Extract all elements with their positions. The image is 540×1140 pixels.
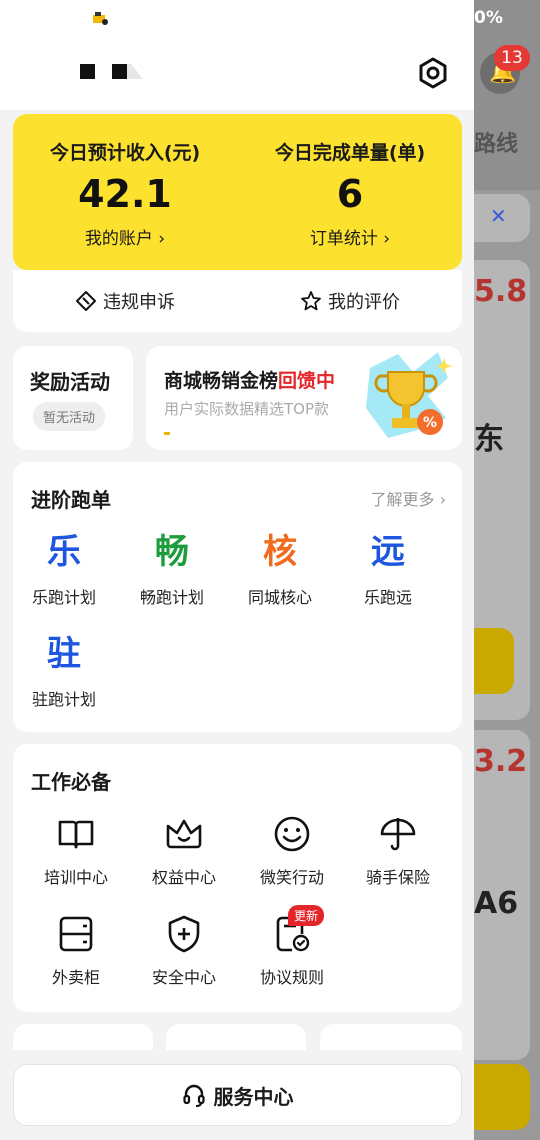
svg-text:%: % (423, 415, 437, 431)
work-item-label: 外卖柜 (51, 968, 100, 987)
profile-header (0, 0, 474, 110)
program-glyph: 远 (371, 532, 405, 572)
today-stats-card: 今日预计收入(元) 42.1 我的账户 › 今日完成单量(单) 6 订单统计 › (13, 114, 462, 270)
service-center-label: 服务中心 (213, 1084, 294, 1109)
program-zhupao[interactable]: 驻 驻跑计划 (10, 634, 118, 710)
background-route-text: 路线 (474, 132, 519, 157)
update-badge: 更新 (288, 905, 325, 926)
rewards-card[interactable]: 奖励活动 暂无活动 (13, 346, 133, 450)
banner-title: 商城畅销金榜回馈中 (164, 366, 335, 393)
book-icon (58, 820, 94, 849)
notification-status-icon (93, 12, 108, 25)
stats-actions: 违规申诉 我的评价 (13, 270, 462, 332)
program-changpao[interactable]: 畅 畅跑计划 (118, 532, 226, 608)
work-item-label: 协议规则 (259, 968, 324, 987)
orders-stat[interactable]: 今日完成单量(单) 6 订单统计 › (238, 114, 462, 270)
locker-icon (59, 916, 93, 952)
background-text: 东 (474, 422, 504, 457)
benefits-center-item[interactable]: 权益中心 (130, 814, 238, 888)
income-value: 42.1 (78, 172, 172, 216)
safety-center-item[interactable]: 安全中心 (130, 914, 238, 988)
program-lepao-far[interactable]: 远 乐跑远 (334, 532, 442, 608)
program-glyph: 畅 (155, 532, 189, 572)
work-item-label: 权益中心 (151, 868, 216, 887)
banner-title-main: 商城畅销金榜 (164, 370, 279, 392)
name-mask (112, 64, 127, 79)
my-account-link[interactable]: 我的账户 › (13, 224, 237, 249)
banner-indicator (164, 432, 170, 435)
training-center-item[interactable]: 培训中心 (22, 814, 130, 888)
work-item-label: 微笑行动 (259, 868, 324, 887)
program-lepao[interactable]: 乐 乐跑计划 (10, 532, 118, 608)
background-header (474, 0, 540, 190)
program-glyph: 核 (263, 532, 297, 572)
order-statistics-link[interactable]: 订单统计 › (238, 224, 462, 249)
background-action-button (474, 1064, 530, 1130)
appeal-label: 违规申诉 (103, 292, 175, 313)
program-label: 乐跑远 (363, 588, 412, 607)
background-action-button (474, 628, 514, 694)
name-mask-tail (127, 64, 143, 79)
rewards-title: 奖励活动 (30, 370, 110, 394)
background-price: 3.2 (474, 744, 528, 779)
advanced-section-title: 进阶跑单 (31, 488, 111, 512)
work-section-title: 工作必备 (31, 770, 111, 794)
appeal-icon (76, 291, 96, 311)
work-item-label: 培训中心 (43, 868, 108, 887)
program-label: 同城核心 (247, 588, 312, 607)
settings-gear-icon[interactable] (416, 56, 450, 90)
background-price: 5.8 (474, 274, 528, 309)
notification-badge: 13 (494, 45, 530, 71)
mall-banner[interactable]: 商城畅销金榜回馈中 用户实际数据精选TOP款 % (146, 346, 462, 450)
takeout-locker-item[interactable]: 外卖柜 (22, 914, 130, 988)
program-label: 乐跑计划 (31, 588, 96, 607)
avatar-mask (80, 64, 95, 79)
smile-icon (274, 816, 310, 852)
shield-icon (168, 915, 200, 953)
program-label: 畅跑计划 (139, 588, 204, 607)
close-icon[interactable]: ✕ (490, 204, 507, 228)
program-glyph: 乐 (47, 532, 81, 572)
orders-value: 6 (336, 172, 364, 216)
income-label: 今日预计收入(元) (49, 142, 201, 164)
service-center-button[interactable]: 服务中心 (13, 1064, 462, 1126)
work-item-label: 安全中心 (151, 968, 216, 987)
program-core-city[interactable]: 核 同城核心 (226, 532, 334, 608)
star-icon (301, 291, 321, 311)
my-rating-label: 我的评价 (328, 292, 400, 313)
headset-icon (182, 1084, 205, 1107)
program-glyph: 驻 (47, 634, 81, 674)
umbrella-icon (380, 818, 416, 851)
orders-label: 今日完成单量(单) (274, 142, 426, 164)
program-label: 驻跑计划 (31, 690, 96, 709)
rider-insurance-item[interactable]: 骑手保险 (344, 814, 452, 888)
banner-title-highlight: 回馈中 (278, 370, 336, 392)
trophy-icon: % (366, 352, 452, 438)
appeal-button[interactable]: 违规申诉 (13, 270, 237, 332)
my-rating-button[interactable]: 我的评价 (238, 270, 462, 332)
smile-action-item[interactable]: 微笑行动 (238, 814, 346, 888)
battery-percentage: 0% (474, 8, 503, 28)
income-stat[interactable]: 今日预计收入(元) 42.1 我的账户 › (13, 114, 237, 270)
crown-icon (166, 819, 202, 849)
work-item-label: 骑手保险 (365, 868, 430, 887)
side-drawer: 今日预计收入(元) 42.1 我的账户 › 今日完成单量(单) 6 订单统计 ›… (0, 0, 474, 1140)
no-activity-tag: 暂无活动 (33, 402, 106, 431)
learn-more-link[interactable]: 了解更多 › (371, 486, 447, 510)
background-text: A6 (474, 886, 519, 921)
banner-subtitle: 用户实际数据精选TOP款 (164, 400, 330, 418)
